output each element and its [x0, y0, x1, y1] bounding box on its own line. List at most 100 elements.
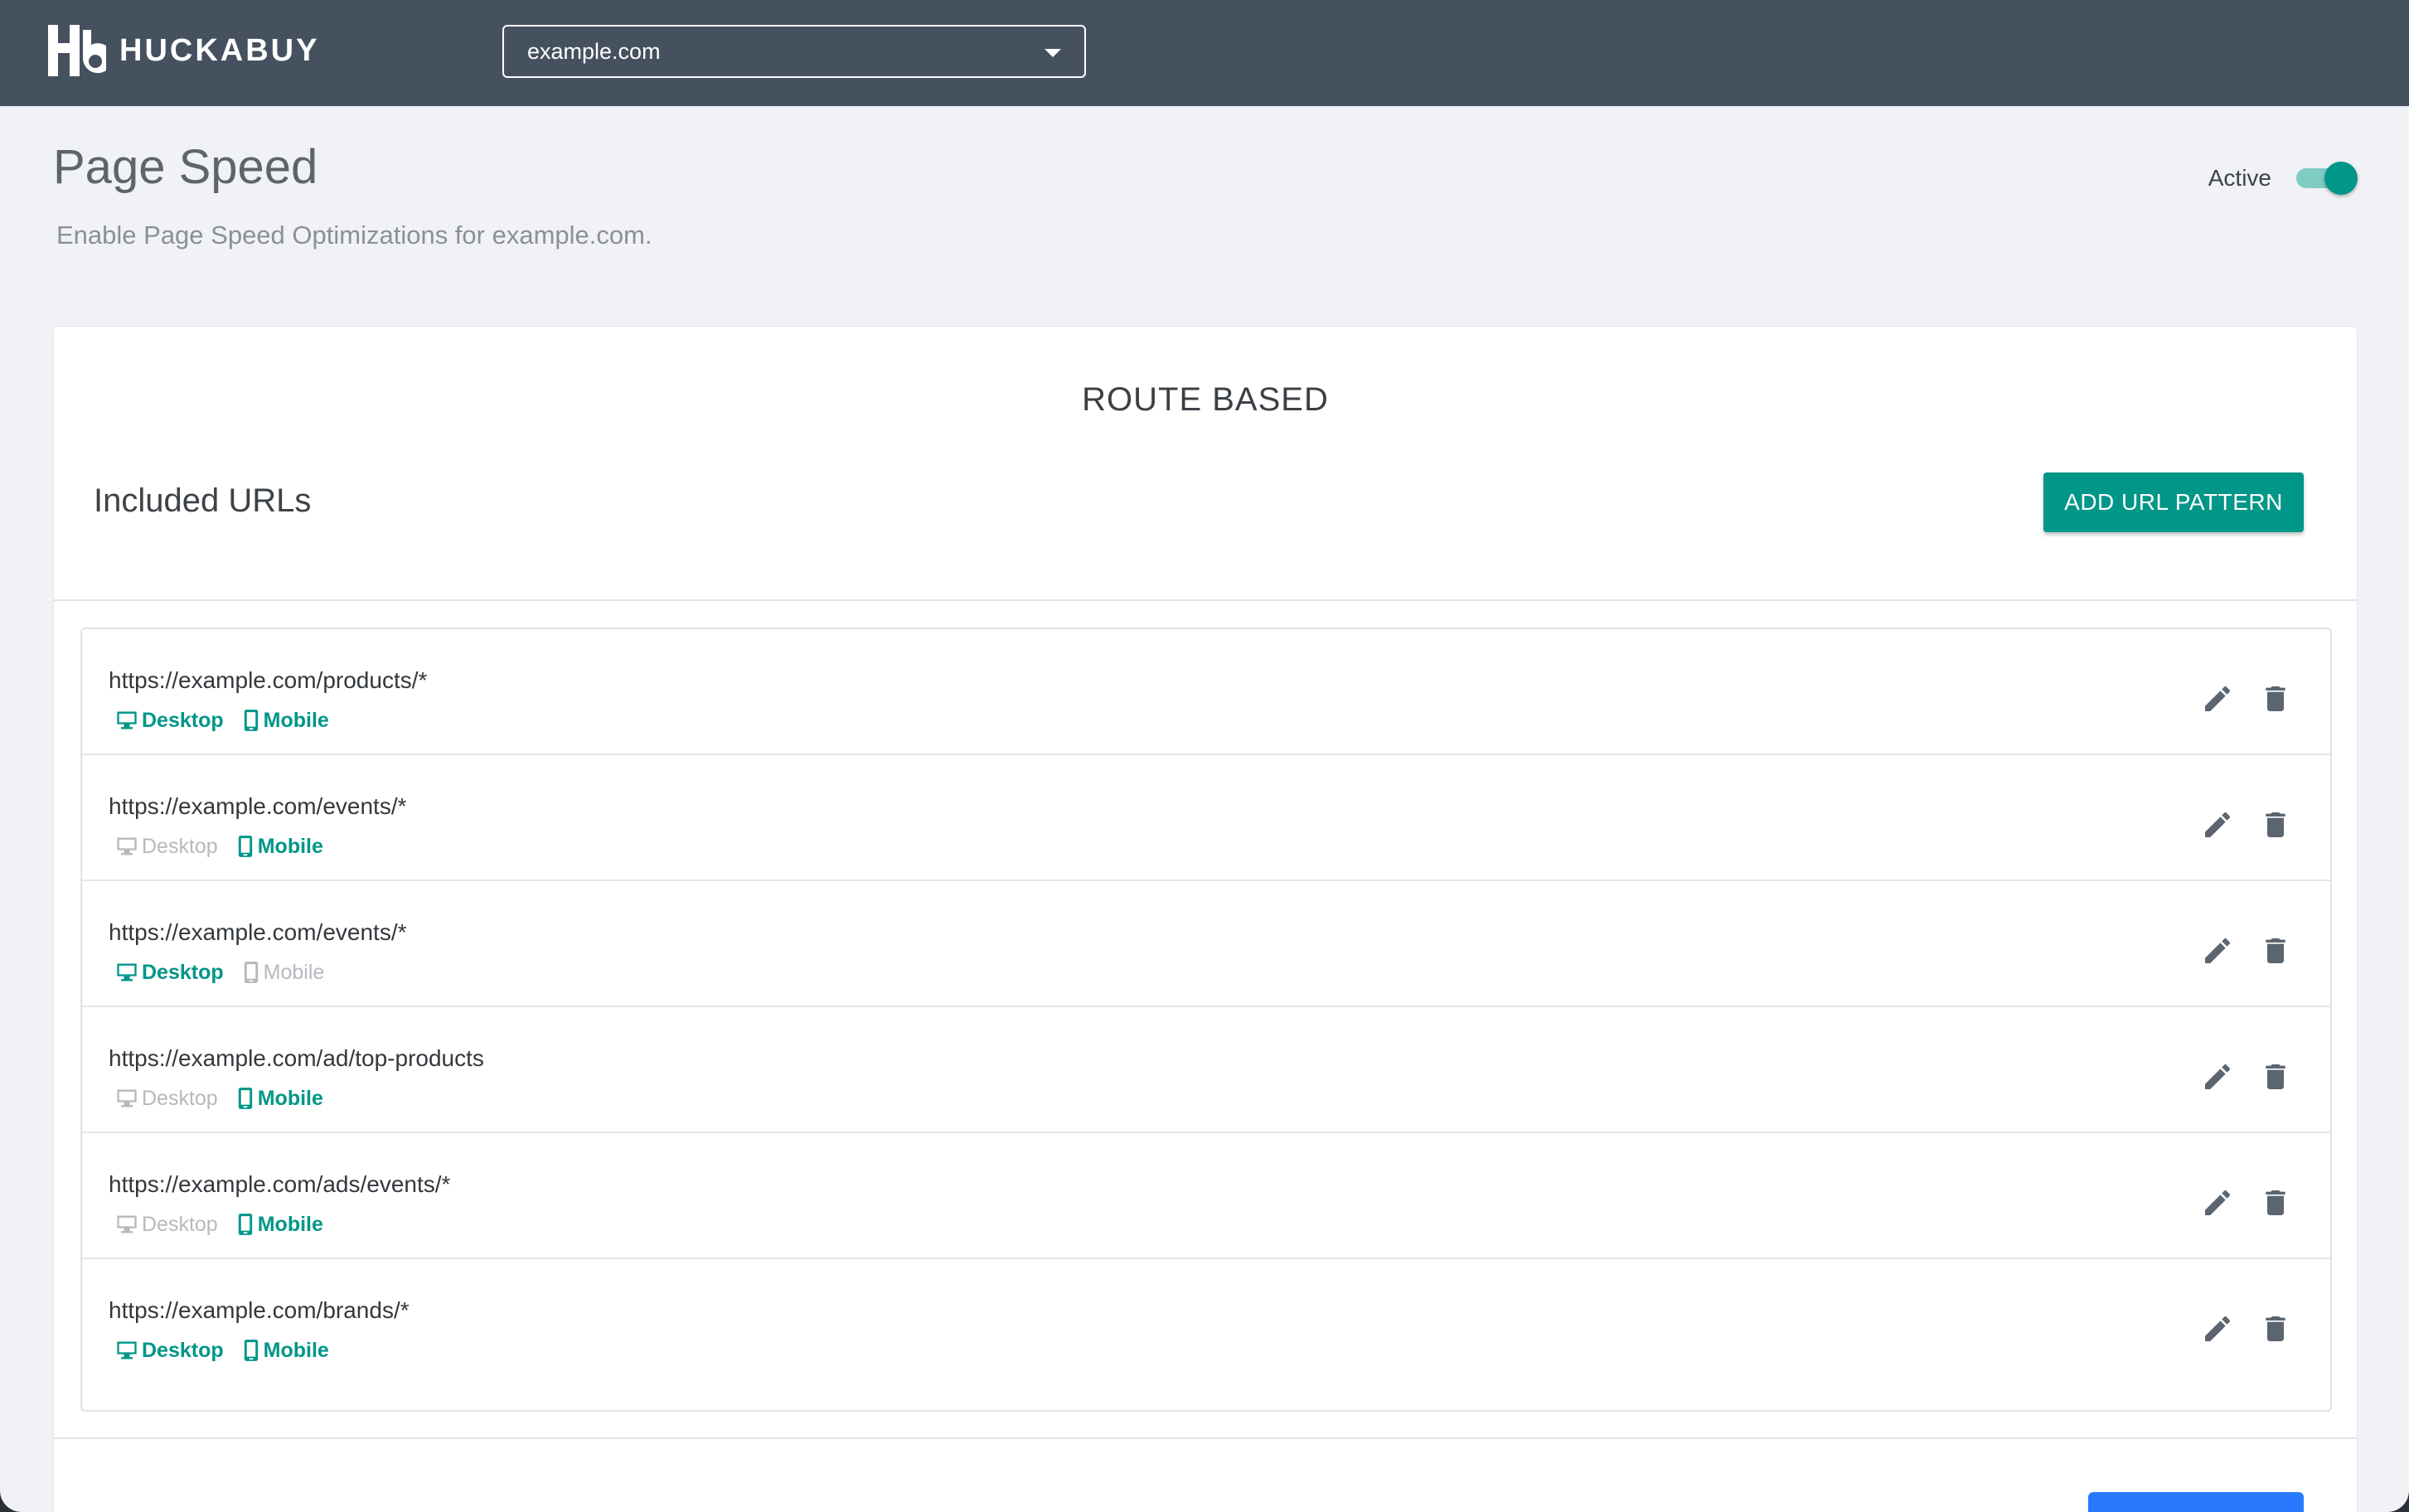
huckabuy-logo-icon: [48, 25, 106, 76]
mobile-target: Mobile: [242, 1339, 329, 1363]
row-actions: [2199, 1311, 2294, 1347]
desktop-label: Desktop: [142, 1086, 218, 1110]
edit-button[interactable]: [2199, 807, 2236, 843]
row-actions: [2199, 1185, 2294, 1221]
url-pattern: https://example.com/events/*: [109, 919, 407, 945]
monitor-icon: [117, 1089, 137, 1107]
mobile-target: Mobile: [242, 960, 325, 985]
pencil-icon: [2205, 1190, 2231, 1215]
mobile-label: Mobile: [257, 1086, 323, 1110]
trash-icon: [2266, 938, 2285, 963]
site-selector[interactable]: example.com: [502, 25, 1086, 78]
row-actions: [2199, 807, 2294, 843]
pencil-icon: [2205, 812, 2231, 837]
delete-button[interactable]: [2257, 1059, 2294, 1095]
smartphone-icon: [238, 1214, 252, 1235]
brand-name: HUCKABUY: [119, 32, 320, 68]
section-divider: [54, 599, 2357, 601]
device-targets: Desktop Mobile: [115, 1335, 347, 1365]
smartphone-icon: [244, 962, 258, 983]
desktop-label: Desktop: [142, 1212, 218, 1236]
active-label: Active: [2208, 165, 2271, 191]
desktop-target: Desktop: [115, 709, 224, 733]
desktop-label: Desktop: [142, 1338, 224, 1362]
desktop-target: Desktop: [115, 1213, 218, 1237]
route-section-title: ROUTE BASED: [1082, 381, 1329, 418]
smartphone-icon: [238, 836, 252, 857]
device-targets: Desktop Mobile: [115, 1209, 342, 1239]
app-window: HUCKABUY example.com Page Speed Enable P…: [0, 0, 2409, 1512]
mobile-label: Mobile: [257, 834, 323, 858]
mobile-label: Mobile: [263, 1338, 329, 1362]
mobile-label: Mobile: [257, 1212, 323, 1236]
desktop-target: Desktop: [115, 961, 224, 985]
route-based-card: ROUTE BASED Included URLs ADD URL PATTER…: [53, 326, 2358, 1512]
device-targets: Desktop Mobile: [115, 831, 342, 861]
monitor-icon: [117, 1215, 137, 1233]
url-pattern: https://example.com/brands/*: [109, 1297, 410, 1323]
desktop-target: Desktop: [115, 1339, 224, 1363]
edit-button[interactable]: [2199, 933, 2236, 969]
active-toggle[interactable]: [2295, 160, 2358, 196]
active-setting: Active: [2208, 158, 2358, 199]
page-subtitle: Enable Page Speed Optimizations for exam…: [56, 220, 652, 250]
url-rule-row: https://example.com/ads/events/* Desktop…: [82, 1133, 2330, 1259]
mobile-target: Mobile: [242, 709, 329, 733]
trash-icon: [2266, 1064, 2285, 1089]
url-pattern: https://example.com/ads/events/*: [109, 1171, 451, 1197]
monitor-icon: [117, 711, 137, 729]
url-pattern: https://example.com/ad/top-products: [109, 1045, 484, 1071]
row-actions: [2199, 933, 2294, 969]
monitor-icon: [117, 837, 137, 855]
device-targets: Desktop Mobile: [115, 1083, 342, 1113]
edit-button[interactable]: [2199, 1059, 2236, 1095]
caret-down-icon: [1045, 49, 1061, 57]
edit-button[interactable]: [2199, 1311, 2236, 1347]
monitor-icon: [117, 1341, 137, 1359]
included-urls-title: Included URLs: [94, 482, 312, 519]
pencil-icon: [2205, 1316, 2231, 1341]
mobile-target: Mobile: [236, 1087, 323, 1111]
url-rule-row: https://example.com/ad/top-products Desk…: [82, 1007, 2330, 1133]
desktop-target: Desktop: [115, 835, 218, 859]
desktop-label: Desktop: [142, 960, 224, 984]
device-targets: Desktop Mobile: [115, 705, 347, 735]
delete-button[interactable]: [2257, 807, 2294, 843]
page-title: Page Speed: [53, 140, 318, 194]
desktop-label: Desktop: [142, 834, 218, 858]
delete-button[interactable]: [2257, 1185, 2294, 1221]
row-actions: [2199, 1059, 2294, 1095]
monitor-icon: [117, 963, 137, 981]
trash-icon: [2266, 812, 2285, 837]
desktop-target: Desktop: [115, 1087, 218, 1111]
mobile-label: Mobile: [263, 960, 325, 984]
top-bar: HUCKABUY example.com: [0, 0, 2409, 106]
edit-button[interactable]: [2199, 681, 2236, 717]
edit-button[interactable]: [2199, 1185, 2236, 1221]
trash-icon: [2266, 686, 2285, 711]
trash-icon: [2266, 1316, 2285, 1341]
delete-button[interactable]: [2257, 1311, 2294, 1347]
smartphone-icon: [238, 1088, 252, 1109]
url-rule-row: https://example.com/brands/* Desktop Mob…: [82, 1259, 2330, 1398]
trash-icon: [2266, 1190, 2285, 1215]
delete-button[interactable]: [2257, 681, 2294, 717]
url-rule-row: https://example.com/products/* Desktop M…: [82, 629, 2330, 755]
toggle-knob: [2324, 162, 2358, 195]
brand-logo[interactable]: HUCKABUY: [46, 25, 319, 76]
add-url-pattern-button[interactable]: ADD URL PATTERN: [2043, 472, 2304, 532]
pencil-icon: [2205, 686, 2231, 711]
included-url-list: https://example.com/products/* Desktop M…: [80, 628, 2332, 1412]
smartphone-icon: [244, 710, 258, 731]
site-selector-value: example.com: [527, 38, 661, 64]
mobile-label: Mobile: [263, 708, 329, 732]
section-divider: [54, 1437, 2357, 1439]
add-excluded-url-button[interactable]: [2088, 1492, 2304, 1512]
pencil-icon: [2205, 938, 2231, 963]
mobile-target: Mobile: [236, 835, 323, 859]
row-actions: [2199, 681, 2294, 717]
delete-button[interactable]: [2257, 933, 2294, 969]
url-pattern: https://example.com/products/*: [109, 667, 428, 693]
device-targets: Desktop Mobile: [115, 957, 342, 987]
url-pattern: https://example.com/events/*: [109, 793, 407, 819]
